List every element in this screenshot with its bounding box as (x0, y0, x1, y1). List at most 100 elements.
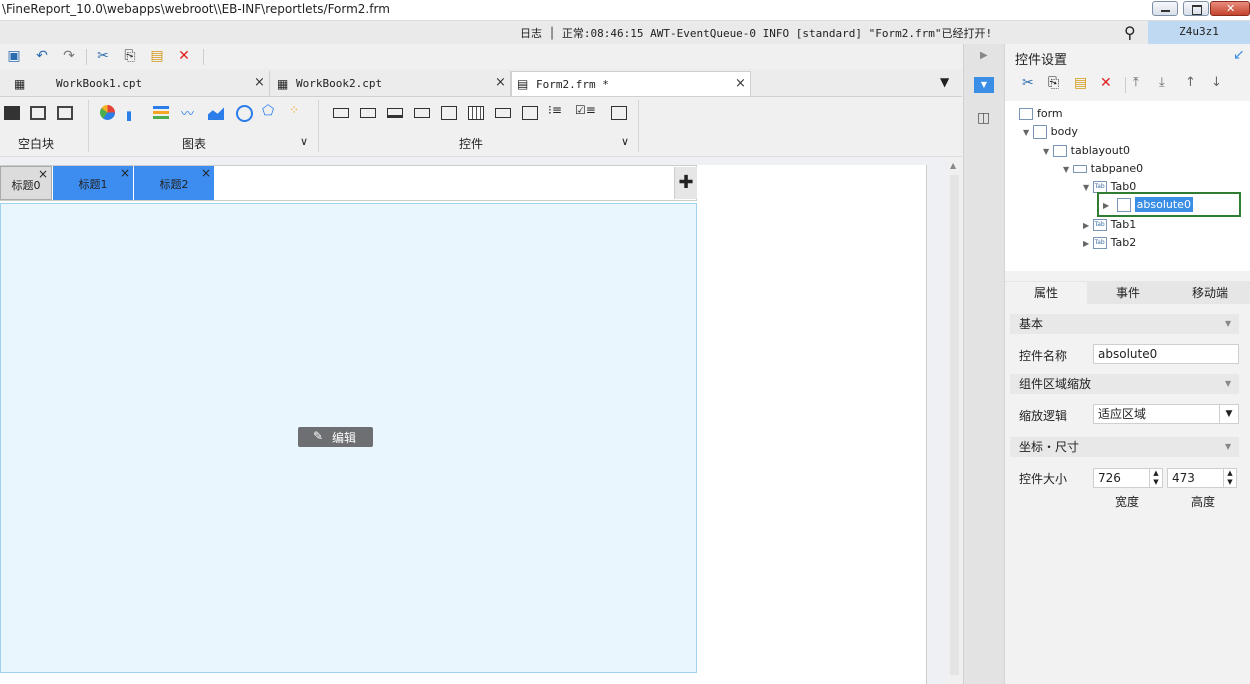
doc-tab-workbook2[interactable]: ▦ WorkBook2.cpt × (271, 71, 511, 96)
section-coordinates[interactable]: 坐标・尺寸 (1010, 437, 1239, 457)
horizontal-bar-icon[interactable] (153, 106, 169, 120)
chart-more-icon[interactable]: ∨ (300, 135, 308, 148)
save-icon[interactable]: ▣ (5, 47, 23, 65)
main-toolbar: ▣ ↶ ↷ ✂ ⎘ ▤ ✕ (0, 44, 962, 69)
grid-block-icon[interactable] (57, 106, 73, 120)
close-tab-icon[interactable]: × (120, 166, 130, 180)
expand-arrow-icon[interactable]: ▶ (1103, 201, 1109, 210)
close-tab-icon[interactable]: × (38, 167, 48, 181)
scatter-chart-icon[interactable]: ⁘ (289, 103, 299, 117)
move-bottom-icon[interactable]: ⤓ (1159, 75, 1165, 90)
button-widget-icon[interactable] (387, 108, 403, 118)
radio-group-icon[interactable]: ⁝≡ (548, 103, 562, 117)
expand-arrow-icon[interactable]: ▶ (1083, 221, 1089, 230)
close-tab-icon[interactable]: × (254, 75, 265, 90)
canvas-tab-title2[interactable]: 标题2 × (134, 166, 214, 200)
tab-properties[interactable]: 属性 (1005, 282, 1087, 304)
stepper-arrows-icon[interactable]: ▲ ▼ (1223, 469, 1236, 487)
edit-button[interactable]: ✎ 编辑 (298, 427, 373, 447)
paste-icon[interactable]: ▤ (148, 47, 166, 65)
tab-icon: Tab (1092, 219, 1107, 231)
list-widget-icon[interactable] (522, 106, 538, 120)
tab-list-icon[interactable]: ▼ (940, 75, 949, 89)
widget-more-icon[interactable]: ∨ (621, 135, 629, 148)
width-stepper[interactable]: 726 ▲ ▼ (1093, 468, 1163, 488)
move-up-icon[interactable]: ↑ (1185, 75, 1196, 90)
close-tab-icon[interactable]: × (495, 75, 506, 90)
textarea-widget-icon[interactable] (441, 106, 457, 120)
canvas-tab-title0[interactable]: 标题0 × (0, 166, 52, 200)
vertical-scrollbar[interactable]: ▲ (947, 157, 962, 684)
number-widget-icon[interactable] (495, 108, 511, 118)
widget-name-input[interactable]: absolute0 (1093, 344, 1239, 364)
widget-settings-icon[interactable]: ▼ (974, 77, 994, 93)
user-badge[interactable]: Z4u3z1 (1148, 21, 1250, 44)
dropdown-arrow-icon[interactable]: ▼ (1219, 405, 1238, 423)
bar-chart-icon[interactable] (127, 105, 133, 121)
copy-icon[interactable]: ⎘ (121, 47, 139, 65)
tree-node-tablayout[interactable]: ▼ tablayout0 (1043, 144, 1130, 157)
line-chart-icon[interactable]: 〰 (181, 103, 194, 122)
cut-icon[interactable]: ✂ (94, 47, 112, 65)
pie-chart-icon[interactable] (100, 105, 115, 120)
cut-icon[interactable]: ✂ (1022, 75, 1034, 91)
user-name: Z4u3z1 (1179, 25, 1219, 38)
area-chart-icon[interactable] (208, 107, 224, 120)
widget-library-icon[interactable]: ◫ (977, 110, 990, 126)
label-widget-icon[interactable] (333, 108, 349, 118)
doc-tab-workbook1[interactable]: ▦ WorkBook1.cpt × (0, 71, 270, 96)
close-window-button[interactable]: ✕ (1210, 1, 1250, 16)
block-icon[interactable] (4, 106, 20, 120)
split-block-icon[interactable] (30, 106, 46, 120)
date-widget-icon[interactable] (468, 106, 484, 120)
move-down-icon[interactable]: ↓ (1211, 75, 1222, 90)
tab-events[interactable]: 事件 (1087, 282, 1169, 304)
redo-icon[interactable]: ↷ (60, 47, 78, 65)
minimize-button[interactable] (1152, 1, 1178, 16)
paste-icon[interactable]: ▤ (1074, 75, 1087, 91)
tree-node-absolute[interactable]: ▶ absolute0 (1103, 197, 1193, 212)
close-tab-icon[interactable]: × (735, 76, 746, 91)
tree-node-tab1[interactable]: ▶ Tab Tab1 (1083, 218, 1136, 231)
stepper-arrows-icon[interactable]: ▲ ▼ (1149, 469, 1162, 487)
chevron-down-icon[interactable]: ▼ (1225, 442, 1231, 451)
form-icon (1019, 108, 1033, 120)
copy-icon[interactable]: ⎘ (1048, 75, 1059, 91)
expand-arrow-icon[interactable]: ▼ (1043, 147, 1049, 156)
text-widget-icon[interactable] (360, 108, 376, 118)
expand-arrow-icon[interactable]: ▼ (1063, 165, 1069, 174)
section-basic[interactable]: 基本 (1010, 314, 1239, 334)
expand-arrow-icon[interactable]: ▶ (1083, 239, 1089, 248)
checkbox-group-icon[interactable]: ☑≡ (575, 103, 596, 117)
scroll-up-icon[interactable]: ▲ (950, 161, 956, 170)
close-tab-icon[interactable]: × (201, 166, 211, 180)
chevron-down-icon[interactable]: ▼ (1225, 379, 1231, 388)
expand-arrow-icon[interactable]: ▼ (1083, 183, 1089, 192)
canvas-tab-title1[interactable]: 标题1 × (53, 166, 133, 200)
tree-node-tabpane[interactable]: ▼ tabpane0 (1063, 162, 1143, 175)
tree-node-body[interactable]: ▼ body (1023, 125, 1078, 139)
delete-icon[interactable]: ✕ (175, 47, 193, 65)
tab-mobile[interactable]: 移动端 (1169, 282, 1250, 304)
radar-chart-icon[interactable]: ⬠ (262, 103, 274, 119)
preview-widget-icon[interactable] (611, 106, 627, 120)
tree-node-form[interactable]: form (1019, 107, 1063, 120)
height-stepper[interactable]: 473 ▲ ▼ (1167, 468, 1237, 488)
tree-node-tab2[interactable]: ▶ Tab Tab2 (1083, 236, 1136, 249)
scale-logic-select[interactable]: 适应区域 ▼ (1093, 404, 1239, 424)
chevron-down-icon[interactable]: ▼ (1225, 319, 1231, 328)
search-icon[interactable]: ⚲ (1124, 23, 1136, 42)
scroll-track[interactable] (950, 175, 959, 675)
gauge-chart-icon[interactable] (236, 105, 253, 122)
expand-panel-icon[interactable]: ↙ (1233, 47, 1245, 63)
undo-icon[interactable]: ↶ (33, 47, 51, 65)
combobox-widget-icon[interactable] (414, 108, 430, 118)
delete-icon[interactable]: ✕ (1100, 75, 1112, 91)
add-tab-icon[interactable]: ✚ (674, 167, 697, 199)
restore-button[interactable] (1183, 1, 1209, 16)
collapse-panel-icon[interactable]: ▶ (980, 50, 988, 61)
section-scale[interactable]: 组件区域缩放 (1010, 374, 1239, 394)
expand-arrow-icon[interactable]: ▼ (1023, 128, 1029, 137)
doc-tab-form2[interactable]: ▤ Form2.frm * × (511, 71, 751, 96)
move-top-icon[interactable]: ⤒ (1133, 75, 1139, 90)
